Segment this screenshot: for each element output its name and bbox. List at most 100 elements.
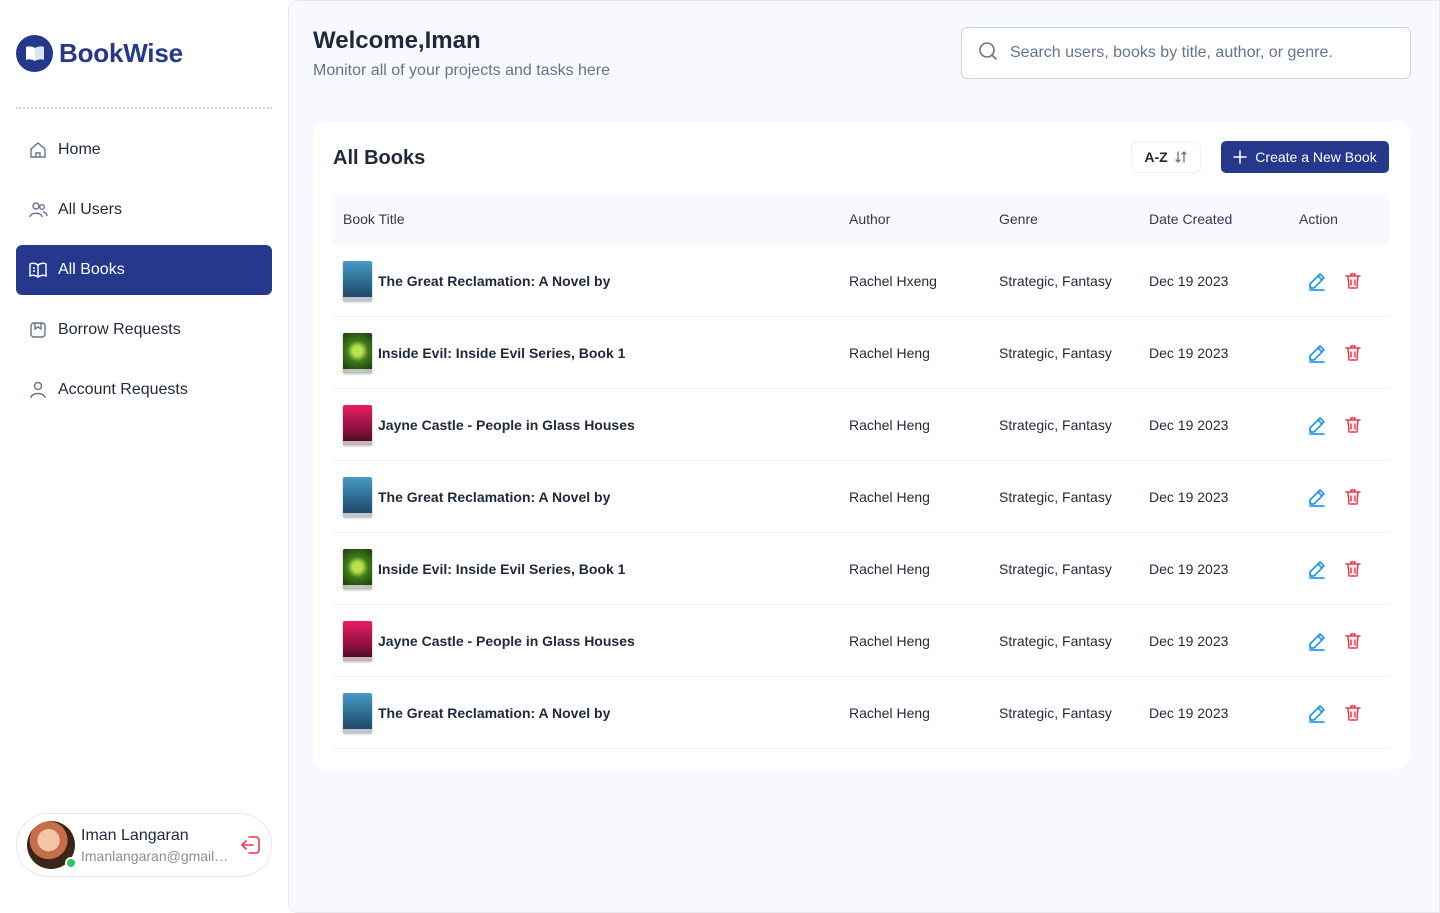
book-genre: Strategic, Fantasy [999,488,1112,505]
book-genre: Strategic, Fantasy [999,272,1112,289]
create-book-label: Create a New Book [1255,149,1377,165]
user-icon [28,380,48,400]
book-actions [1299,271,1389,291]
table-header: Book Title Author Genre Date Created Act… [333,193,1389,245]
search-icon [978,41,998,66]
book-actions [1299,703,1389,723]
sidebar-nav: Home All Users All Books Borrow Requests… [16,125,272,425]
page-title: Welcome,Iman [313,27,481,54]
book-title[interactable]: The Great Reclamation: A Novel by [378,705,610,721]
create-book-button[interactable]: Create a New Book [1221,141,1389,173]
book-genre: Strategic, Fantasy [999,632,1112,649]
edit-icon[interactable] [1307,271,1327,291]
table-row[interactable]: Inside Evil: Inside Evil Series, Book 1 R… [333,533,1389,605]
book-cover [343,476,372,517]
delete-icon[interactable] [1343,343,1363,363]
delete-icon[interactable] [1343,631,1363,651]
sidebar-item-label: Account Requests [58,381,188,398]
table-row[interactable]: Inside Evil: Inside Evil Series, Book 1 R… [333,317,1389,389]
book-cover [343,332,372,373]
sort-label: A-Z [1144,149,1168,165]
book-title[interactable]: The Great Reclamation: A Novel by [378,273,610,289]
edit-icon[interactable] [1307,559,1327,579]
book-title-cell: Jayne Castle - People in Glass Houses [333,620,849,661]
edit-icon[interactable] [1307,415,1327,435]
sidebar-item-borrow-requests[interactable]: Borrow Requests [16,305,272,355]
delete-icon[interactable] [1343,487,1363,507]
book-title-cell: Jayne Castle - People in Glass Houses [333,404,849,445]
table-row[interactable]: Jayne Castle - People in Glass Houses Rac… [333,389,1389,461]
sidebar-item-label: All Users [58,201,123,218]
book-author: Rachel Heng [849,488,930,505]
book-logo-icon [16,35,53,72]
table-row[interactable]: Jayne Castle - People in Glass Houses Rac… [333,605,1389,677]
column-header-action: Action [1299,211,1338,227]
online-status-dot [65,857,77,869]
sidebar-item-account-requests[interactable]: Account Requests [16,365,272,415]
book-actions [1299,631,1389,651]
book-date-created: Dec 19 2023 [1149,344,1229,361]
book-title-cell: The Great Reclamation: A Novel by [333,476,849,517]
user-name: Iman Langaran [81,826,189,844]
sort-button[interactable]: A-Z [1131,141,1201,173]
column-header-title[interactable]: Book Title [333,211,849,227]
table-row[interactable]: The Great Reclamation: A Novel by Rachel … [333,245,1389,317]
book-title-cell: Inside Evil: Inside Evil Series, Book 1 [333,332,849,373]
app-name: BookWise [59,38,183,68]
book-author: Rachel Heng [849,704,930,721]
edit-icon[interactable] [1307,631,1327,651]
column-header-author[interactable]: Author [849,211,999,227]
book-date-created: Dec 19 2023 [1149,704,1229,721]
delete-icon[interactable] [1343,415,1363,435]
book-date-created: Dec 19 2023 [1149,272,1229,289]
book-cover [343,404,372,445]
users-icon [28,200,48,220]
book-title[interactable]: Jayne Castle - People in Glass Houses [378,417,635,433]
book-title-cell: The Great Reclamation: A Novel by [333,692,849,733]
sidebar-item-home[interactable]: Home [16,125,272,175]
sidebar-item-all-users[interactable]: All Users [16,185,272,235]
table-body: The Great Reclamation: A Novel by Rachel … [333,245,1389,749]
edit-icon[interactable] [1307,343,1327,363]
book-author: Rachel Heng [849,560,930,577]
search-input[interactable] [1010,44,1400,62]
book-author: Rachel Heng [849,344,930,361]
search-bar[interactable] [961,27,1411,79]
book-date-created: Dec 19 2023 [1149,560,1229,577]
book-title[interactable]: Inside Evil: Inside Evil Series, Book 1 [378,561,625,577]
column-header-date[interactable]: Date Created [1149,211,1299,227]
sort-arrows-icon [1174,150,1188,164]
sidebar: BookWise Home All Users All Books Borrow… [0,0,288,913]
plus-icon [1233,150,1248,164]
sidebar-item-label: All Books [58,261,125,278]
book-date-created: Dec 19 2023 [1149,632,1229,649]
sidebar-item-label: Borrow Requests [58,321,181,338]
book-date-created: Dec 19 2023 [1149,416,1229,433]
book-actions [1299,487,1389,507]
book-title[interactable]: Inside Evil: Inside Evil Series, Book 1 [378,345,625,361]
section-title: All Books [333,147,426,169]
delete-icon[interactable] [1343,703,1363,723]
column-header-genre[interactable]: Genre [999,211,1149,227]
delete-icon[interactable] [1343,271,1363,291]
book-actions [1299,343,1389,363]
book-actions [1299,415,1389,435]
logout-icon[interactable] [239,833,263,857]
user-info: Iman Langaran Imanlangaran@gmail.com [81,827,231,864]
logo[interactable]: BookWise [16,35,183,72]
borrow-icon [28,320,48,340]
edit-icon[interactable] [1307,703,1327,723]
book-title[interactable]: Jayne Castle - People in Glass Houses [378,633,635,649]
user-profile-card[interactable]: Iman Langaran Imanlangaran@gmail.com [16,813,272,877]
main-content: Welcome,Iman Monitor all of your project… [288,0,1440,913]
table-row[interactable]: The Great Reclamation: A Novel by Rachel … [333,461,1389,533]
table-row[interactable]: The Great Reclamation: A Novel by Rachel … [333,677,1389,749]
book-genre: Strategic, Fantasy [999,344,1112,361]
sidebar-item-all-books[interactable]: All Books [16,245,272,295]
book-title[interactable]: The Great Reclamation: A Novel by [378,489,610,505]
edit-icon[interactable] [1307,487,1327,507]
delete-icon[interactable] [1343,559,1363,579]
book-genre: Strategic, Fantasy [999,416,1112,433]
book-icon [28,260,48,280]
book-cover [343,692,372,733]
